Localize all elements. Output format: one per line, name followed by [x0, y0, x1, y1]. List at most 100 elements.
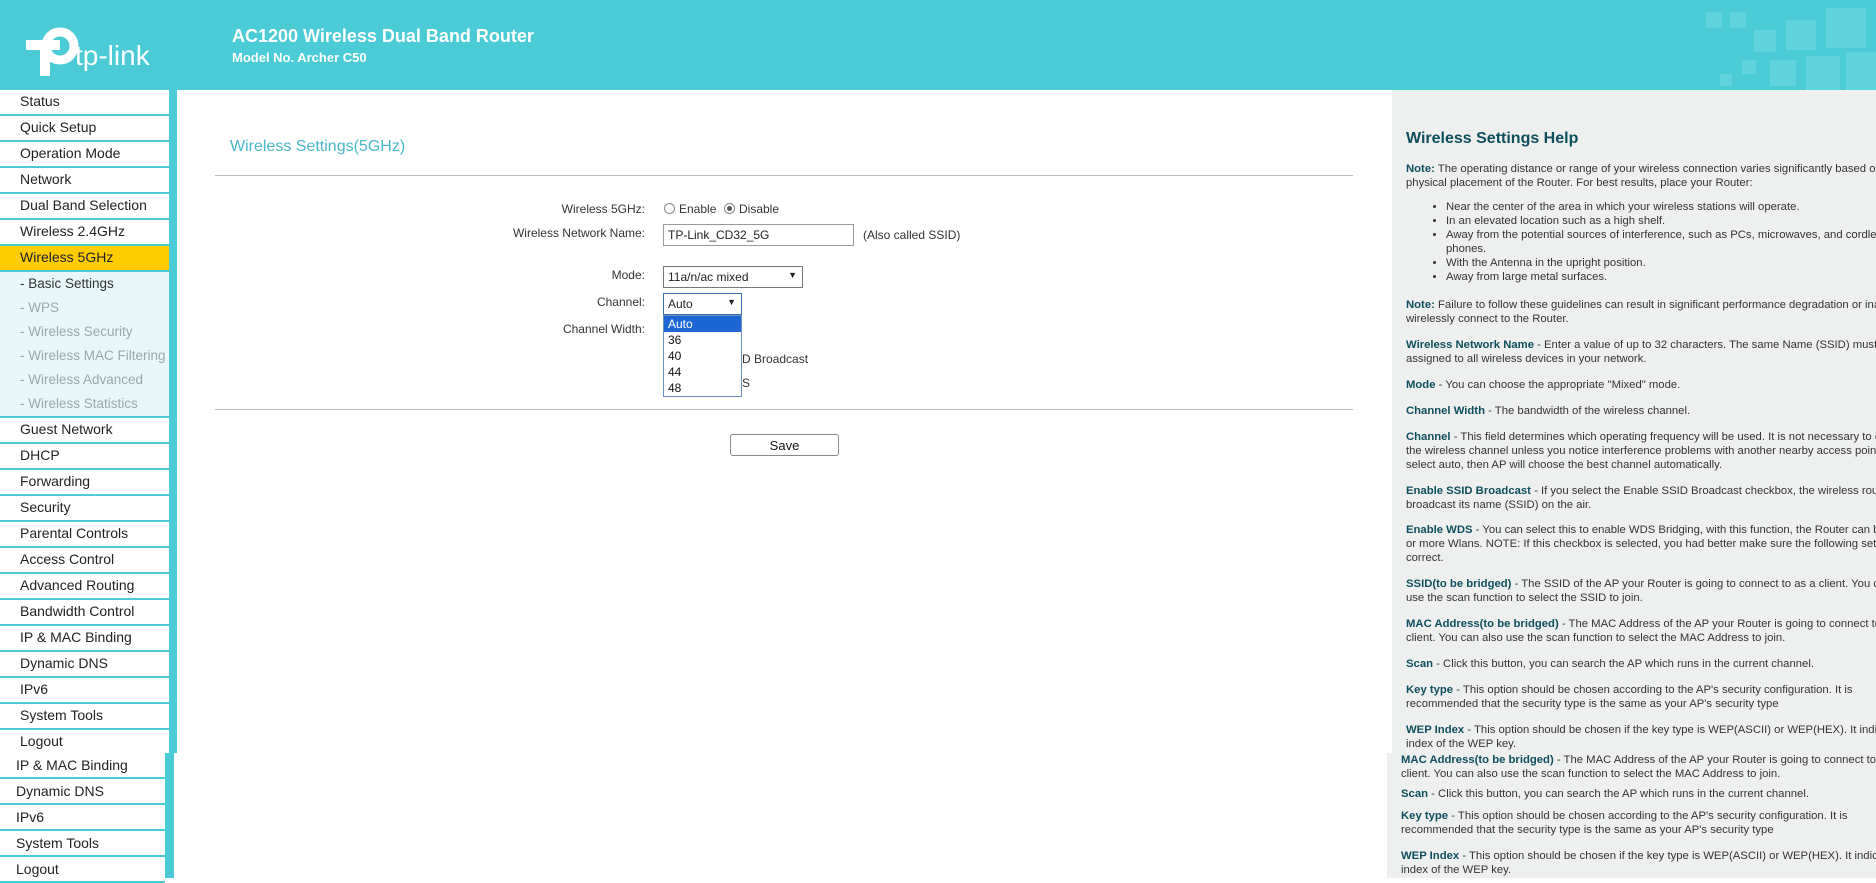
- mode-label: Mode:: [611, 268, 645, 282]
- header-decoration-icon: [1706, 8, 1876, 90]
- sidebar-item-ip-mac-binding[interactable]: IP & MAC Binding: [0, 626, 169, 652]
- help-entry-key-type: Key type - This option should be chosen …: [1401, 809, 1876, 837]
- sidebar-item-quick-setup[interactable]: Quick Setup: [0, 116, 169, 142]
- sidebar-item-ipv6[interactable]: IPv6: [0, 805, 165, 831]
- help-keyword: SSID(to be bridged): [1406, 578, 1512, 590]
- help-text: - You can choose the appropriate "Mixed"…: [1435, 379, 1681, 391]
- help-text: - Click this button, you can search the …: [1433, 658, 1814, 670]
- sidebar-ghost: IP & MAC Binding Dynamic DNS IPv6 System…: [0, 753, 174, 883]
- help-entry-mac-bridged: MAC Address(to be bridged) - The MAC Add…: [1401, 753, 1876, 781]
- channel-select[interactable]: Auto ▼: [663, 293, 742, 315]
- chevron-down-icon: ▼: [727, 297, 736, 307]
- help-entry-wds: Enable WDS - You can select this to enab…: [1406, 523, 1876, 565]
- help-keyword: Wireless Network Name: [1406, 339, 1534, 351]
- help-keyword: Enable SSID Broadcast: [1406, 485, 1531, 497]
- sidebar-item-wireless-24ghz[interactable]: Wireless 2.4GHz: [0, 220, 169, 246]
- sidebar-item-parental-controls[interactable]: Parental Controls: [0, 522, 169, 548]
- help-bullet: With the Antenna in the upright position…: [1446, 256, 1876, 270]
- sidebar-item-dynamic-dns[interactable]: Dynamic DNS: [0, 779, 165, 805]
- help-note-1: Note: The operating distance or range of…: [1406, 162, 1876, 190]
- sidebar-item-wireless-5ghz[interactable]: Wireless 5GHz: [0, 246, 169, 272]
- help-note-text: Failure to follow these guidelines can r…: [1406, 299, 1876, 325]
- divider-bottom: [215, 409, 1353, 410]
- help-keyword: Key type: [1406, 684, 1454, 696]
- sidebar-item-system-tools[interactable]: System Tools: [0, 704, 169, 730]
- help-entry-mac-bridged: MAC Address(to be bridged) - The MAC Add…: [1406, 617, 1876, 645]
- sidebar-item-dhcp[interactable]: DHCP: [0, 444, 169, 470]
- help-keyword: Scan: [1401, 788, 1429, 800]
- help-panel: Wireless Settings Help Note: The operati…: [1392, 90, 1876, 753]
- help-text: - This option should be chosen according…: [1401, 810, 1848, 836]
- sidebar-item-access-control[interactable]: Access Control: [0, 548, 169, 574]
- channel-option-auto[interactable]: Auto: [664, 316, 741, 332]
- help-text: - This field determines which operating …: [1406, 431, 1876, 471]
- help-entry-ssid: Wireless Network Name - Enter a value of…: [1406, 338, 1876, 366]
- sidebar-item-logout[interactable]: Logout: [0, 857, 165, 883]
- channel-option-40[interactable]: 40: [664, 348, 741, 364]
- sidebar-item-dual-band-selection[interactable]: Dual Band Selection: [0, 194, 169, 220]
- sidebar-subitem-wireless-security[interactable]: - Wireless Security: [0, 320, 169, 344]
- help-note-keyword: Note:: [1406, 163, 1435, 175]
- ssid-broadcast-label-partial: D Broadcast: [742, 352, 809, 366]
- channel-option-36[interactable]: 36: [664, 332, 741, 348]
- wireless-5ghz-label: Wireless 5GHz:: [561, 202, 645, 216]
- sidebar-item-ipv6[interactable]: IPv6: [0, 678, 169, 704]
- help-entry-scan: Scan - Click this button, you can search…: [1401, 787, 1876, 801]
- sidebar-item-guest-network[interactable]: Guest Network: [0, 418, 169, 444]
- help-text: - You can select this to enable WDS Brid…: [1406, 524, 1876, 564]
- channel-option-48[interactable]: 48: [664, 380, 741, 396]
- sidebar-subitem-basic-settings[interactable]: - Basic Settings: [0, 272, 169, 296]
- sidebar-item-ip-mac-binding[interactable]: IP & MAC Binding: [0, 753, 165, 779]
- help-keyword: Channel Width: [1406, 405, 1485, 417]
- help-keyword: Mode: [1406, 379, 1436, 391]
- sidebar-item-security[interactable]: Security: [0, 496, 169, 522]
- help-keyword: MAC Address(to be bridged): [1406, 618, 1559, 630]
- help-text: - This option should be chosen if the ke…: [1406, 724, 1876, 750]
- help-text: - This option should be chosen according…: [1406, 684, 1853, 710]
- sidebar-subitem-wireless-mac-filtering[interactable]: - Wireless MAC Filtering: [0, 344, 169, 368]
- ssid-note: (Also called SSID): [863, 228, 961, 242]
- help-bullet: Away from large metal surfaces.: [1446, 270, 1876, 284]
- sidebar-item-network[interactable]: Network: [0, 168, 169, 194]
- help-bullets: Near the center of the area in which you…: [1406, 200, 1876, 284]
- sidebar-subitem-wps[interactable]: - WPS: [0, 296, 169, 320]
- channel-width-label: Channel Width:: [562, 322, 645, 336]
- help-note-text: The operating distance or range of your …: [1406, 163, 1876, 189]
- ssid-input[interactable]: [663, 224, 854, 246]
- model-number: Model No. Archer C50: [232, 50, 367, 65]
- sidebar-item-operation-mode[interactable]: Operation Mode: [0, 142, 169, 168]
- sidebar-subitem-wireless-advanced[interactable]: - Wireless Advanced: [0, 368, 169, 392]
- sidebar-item-forwarding[interactable]: Forwarding: [0, 470, 169, 496]
- wds-label-partial: S: [742, 376, 751, 390]
- help-entry-mode: Mode - You can choose the appropriate "M…: [1406, 378, 1876, 392]
- channel-option-44[interactable]: 44: [664, 364, 741, 380]
- sidebar: Status Quick Setup Operation Mode Networ…: [0, 90, 177, 756]
- sidebar-item-bandwidth-control[interactable]: Bandwidth Control: [0, 600, 169, 626]
- ssid-label: Wireless Network Name:: [512, 226, 645, 240]
- help-keyword: Enable WDS: [1406, 524, 1473, 536]
- help-title: Wireless Settings Help: [1406, 130, 1579, 147]
- help-entry-ssid-bridged: SSID(to be bridged) - The SSID of the AP…: [1406, 577, 1876, 605]
- product-title: AC1200 Wireless Dual Band Router: [232, 26, 534, 46]
- save-button[interactable]: Save: [730, 434, 839, 456]
- mode-select[interactable]: 11a/n/ac mixed ▼: [663, 266, 803, 288]
- disable-radio[interactable]: [724, 203, 735, 214]
- sidebar-item-status[interactable]: Status: [0, 90, 169, 116]
- help-bullet: Away from the potential sources of inter…: [1446, 228, 1876, 256]
- header-bar: tp-link AC1200 Wireless Dual Band Router…: [0, 0, 1876, 90]
- help-bullet: Near the center of the area in which you…: [1446, 200, 1876, 214]
- sidebar-subitem-wireless-statistics[interactable]: - Wireless Statistics: [0, 392, 169, 418]
- sidebar-ghost-menu: IP & MAC Binding Dynamic DNS IPv6 System…: [0, 753, 165, 883]
- sidebar-item-system-tools[interactable]: System Tools: [0, 831, 165, 857]
- channel-label: Channel:: [596, 295, 645, 309]
- help-entry-ssid-broadcast: Enable SSID Broadcast - If you select th…: [1406, 484, 1876, 512]
- channel-dropdown-list: Auto 36 40 44 48: [663, 315, 742, 397]
- channel-select-value: Auto: [668, 297, 693, 311]
- help-bullet: In an elevated location such as a high s…: [1446, 214, 1876, 228]
- divider-top: [215, 175, 1353, 176]
- help-keyword: Key type: [1401, 810, 1449, 822]
- help-keyword: Scan: [1406, 658, 1434, 670]
- sidebar-item-advanced-routing[interactable]: Advanced Routing: [0, 574, 169, 600]
- enable-radio[interactable]: [664, 203, 675, 214]
- sidebar-item-dynamic-dns[interactable]: Dynamic DNS: [0, 652, 169, 678]
